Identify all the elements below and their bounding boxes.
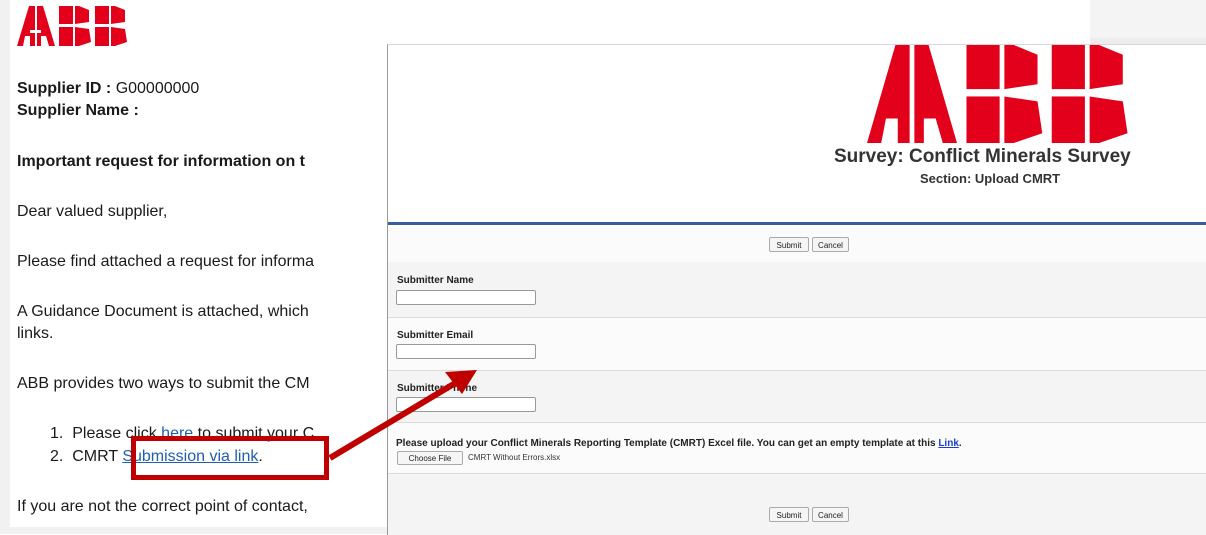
paragraph-submit-ways: ABB provides two ways to submit the CM	[17, 375, 310, 392]
supplier-id-label: Supplier ID :	[17, 80, 112, 97]
upload-row: Please upload your Conflict Minerals Rep…	[388, 423, 1206, 473]
cancel-button-bottom[interactable]: Cancel	[812, 507, 849, 522]
survey-title: Survey: Conflict Minerals Survey	[834, 146, 1131, 167]
submitter-name-input[interactable]	[396, 290, 536, 305]
right-margin-top	[1090, 0, 1206, 38]
template-link[interactable]: Link	[938, 438, 959, 449]
section-title: Section: Upload CMRT	[920, 171, 1061, 186]
submit-button-top[interactable]: Submit	[769, 237, 809, 252]
submitter-email-input[interactable]	[396, 344, 536, 359]
submitter-phone-input[interactable]	[396, 397, 536, 412]
paragraph-request: Please find attached a request for infor…	[17, 253, 315, 270]
important-heading: Important request for information on t	[17, 153, 305, 170]
field-row-email: Submitter Email	[388, 318, 1206, 370]
upload-instruction-period: .	[958, 438, 962, 449]
list-item-2-text: CMRT	[72, 448, 118, 465]
highlight-box	[131, 436, 329, 480]
upload-instruction: Please upload your Conflict Minerals Rep…	[396, 438, 962, 449]
field-row-name: Submitter Name	[388, 262, 1206, 317]
paragraph-guidance-2: links.	[17, 325, 54, 342]
survey-form-screenshot: Survey: Conflict Minerals Survey Section…	[387, 44, 1206, 535]
field-row-phone: Submitter Phone	[388, 371, 1206, 422]
paragraph-guidance-1: A Guidance Document is attached, which	[17, 303, 309, 320]
submitter-name-label: Submitter Name	[397, 275, 474, 286]
submitter-email-label: Submitter Email	[397, 330, 474, 341]
supplier-name-label: Supplier Name :	[17, 102, 139, 119]
choose-file-button[interactable]: Choose File	[397, 451, 463, 465]
footer-text: If you are not the correct point of cont…	[17, 498, 308, 515]
top-button-row: Submit Cancel	[388, 228, 1206, 262]
list-number-2: 2.	[50, 448, 64, 465]
list-number-1: 1.	[50, 425, 64, 442]
abb-logo	[17, 6, 127, 46]
upload-instruction-text: Please upload your Conflict Minerals Rep…	[396, 438, 936, 449]
bottom-button-row: Submit Cancel	[388, 474, 1206, 535]
cancel-button-top[interactable]: Cancel	[812, 237, 849, 252]
selected-file-name: CMRT Without Errors.xlsx	[468, 453, 561, 462]
section-divider	[388, 222, 1206, 225]
greeting-text: Dear valued supplier,	[17, 203, 168, 220]
supplier-id-value: G00000000	[115, 80, 200, 97]
submit-button-bottom[interactable]: Submit	[769, 507, 809, 522]
abb-logo-large	[867, 45, 1128, 143]
submitter-phone-label: Submitter Phone	[397, 383, 478, 394]
